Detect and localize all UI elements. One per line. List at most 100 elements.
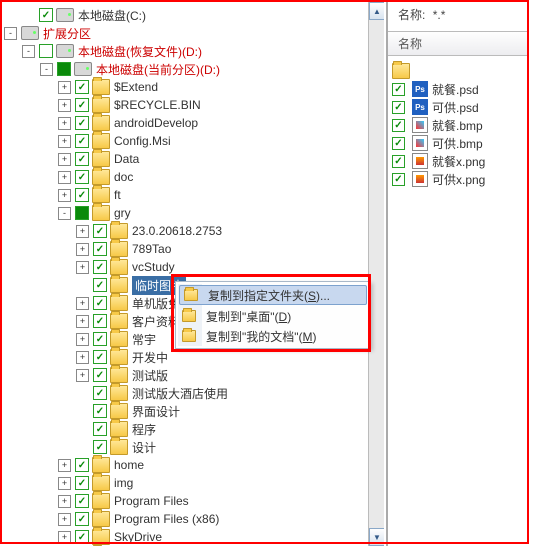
drive-c[interactable]: 本地磁盘(C:)	[4, 6, 384, 24]
folder-7[interactable]: 程序	[4, 420, 384, 438]
checkbox[interactable]	[93, 404, 107, 418]
folder-$RECYCLE.BIN[interactable]: +$RECYCLE.BIN	[4, 96, 384, 114]
menu-copy-to-folder[interactable]: 复制到指定文件夹(S)...	[179, 285, 367, 305]
expand-toggle[interactable]: +	[58, 513, 71, 526]
expand-toggle[interactable]: +	[58, 459, 71, 472]
checkbox[interactable]	[93, 368, 107, 382]
checkbox[interactable]	[93, 260, 107, 274]
folder-3[interactable]: + 开发中	[4, 348, 384, 366]
file-row[interactable]: 就餐x.png	[392, 152, 525, 170]
expand-toggle[interactable]: +	[58, 495, 71, 508]
open-folder-row[interactable]	[392, 62, 525, 80]
checkbox[interactable]	[392, 173, 405, 186]
checkbox[interactable]	[93, 296, 107, 310]
checkbox[interactable]	[75, 458, 89, 472]
checkbox[interactable]	[93, 350, 107, 364]
checkbox[interactable]	[93, 278, 107, 292]
checkbox[interactable]	[93, 224, 107, 238]
expand-toggle[interactable]: +	[76, 225, 89, 238]
expand-toggle[interactable]: -	[4, 27, 17, 40]
expand-toggle[interactable]: -	[58, 207, 71, 220]
folder-8[interactable]: 设计	[4, 438, 384, 456]
expand-toggle[interactable]: +	[58, 99, 71, 112]
file-row[interactable]: Ps可供.psd	[392, 98, 525, 116]
checkbox[interactable]	[392, 83, 405, 96]
folder-ft[interactable]: +ft	[4, 186, 384, 204]
checkbox[interactable]	[75, 80, 89, 94]
tree-label: 开发中	[132, 349, 168, 366]
expand-toggle[interactable]: +	[58, 189, 71, 202]
checkbox[interactable]	[75, 188, 89, 202]
folder-6[interactable]: 界面设计	[4, 402, 384, 420]
expand-toggle[interactable]: +	[76, 369, 89, 382]
expand-toggle[interactable]: -	[40, 63, 53, 76]
checkbox[interactable]	[75, 134, 89, 148]
name-filter-value[interactable]: *.*	[433, 8, 446, 22]
checkbox[interactable]	[75, 98, 89, 112]
expand-toggle[interactable]: +	[58, 153, 71, 166]
checkbox[interactable]	[75, 512, 89, 526]
drive-recovery[interactable]: -本地磁盘(恢复文件)(D:)	[4, 42, 384, 60]
expand-toggle[interactable]: +	[76, 243, 89, 256]
folder-$Extend[interactable]: +$Extend	[4, 78, 384, 96]
folder-icon	[110, 349, 128, 365]
expand-toggle[interactable]: +	[76, 315, 89, 328]
folder-vcStudy[interactable]: +vcStudy	[4, 258, 384, 276]
file-row[interactable]: 可供x.png	[392, 170, 525, 188]
expand-toggle[interactable]: +	[76, 297, 89, 310]
column-header-name[interactable]: 名称	[388, 31, 529, 56]
expand-toggle[interactable]: -	[22, 45, 35, 58]
expand-toggle[interactable]: +	[76, 261, 89, 274]
expand-toggle[interactable]: +	[58, 81, 71, 94]
expand-toggle[interactable]: +	[76, 333, 89, 346]
folder-Program Files[interactable]: +Program Files	[4, 492, 384, 510]
folder-23.0.20618.2753[interactable]: +23.0.20618.2753	[4, 222, 384, 240]
folder-doc[interactable]: +doc	[4, 168, 384, 186]
folder-5[interactable]: 测试版大酒店使用	[4, 384, 384, 402]
folder-Config.Msi[interactable]: +Config.Msi	[4, 132, 384, 150]
checkbox[interactable]	[392, 155, 405, 168]
checkbox[interactable]	[75, 170, 89, 184]
checkbox[interactable]	[392, 119, 405, 132]
checkbox[interactable]	[392, 101, 405, 114]
folder-gry[interactable]: -gry	[4, 204, 384, 222]
menu-copy-to-desktop[interactable]: 复制到"桌面"(D)	[178, 306, 368, 326]
expand-toggle[interactable]: +	[58, 135, 71, 148]
menu-copy-to-documents[interactable]: 复制到"我的文档"(M)	[178, 326, 368, 346]
checkbox[interactable]	[75, 530, 89, 544]
folder-img[interactable]: +img	[4, 474, 384, 492]
expand-toggle[interactable]: +	[58, 117, 71, 130]
folder-icon	[92, 115, 110, 131]
expand-toggle[interactable]: +	[58, 531, 71, 544]
file-row[interactable]: 就餐.bmp	[392, 116, 525, 134]
drive-current[interactable]: -本地磁盘(当前分区)(D:)	[4, 60, 384, 78]
expand-toggle[interactable]: +	[76, 351, 89, 364]
checkbox[interactable]	[75, 494, 89, 508]
checkbox[interactable]	[93, 332, 107, 346]
checkbox[interactable]	[93, 422, 107, 436]
folder-SkyDrive[interactable]: +SkyDrive	[4, 528, 384, 546]
checkbox[interactable]	[93, 314, 107, 328]
folder-home[interactable]: +home	[4, 456, 384, 474]
checkbox[interactable]	[57, 62, 71, 76]
expand-toggle[interactable]: +	[58, 171, 71, 184]
file-row[interactable]: 可供.bmp	[392, 134, 525, 152]
checkbox[interactable]	[39, 8, 53, 22]
folder-Data[interactable]: +Data	[4, 150, 384, 168]
folder-4[interactable]: +测试版	[4, 366, 384, 384]
file-row[interactable]: Ps就餐.psd	[392, 80, 525, 98]
checkbox[interactable]	[93, 440, 107, 454]
expand-toggle[interactable]: +	[58, 477, 71, 490]
folder-androidDevelop[interactable]: +androidDevelop	[4, 114, 384, 132]
checkbox[interactable]	[75, 116, 89, 130]
checkbox[interactable]	[75, 476, 89, 490]
checkbox[interactable]	[39, 44, 53, 58]
checkbox[interactable]	[392, 137, 405, 150]
folder-789Tao[interactable]: +789Tao	[4, 240, 384, 258]
folder-Program Files (x86)[interactable]: +Program Files (x86)	[4, 510, 384, 528]
checkbox[interactable]	[93, 242, 107, 256]
checkbox[interactable]	[75, 206, 89, 220]
checkbox[interactable]	[75, 152, 89, 166]
checkbox[interactable]	[93, 386, 107, 400]
extended-partition[interactable]: -扩展分区	[4, 24, 384, 42]
